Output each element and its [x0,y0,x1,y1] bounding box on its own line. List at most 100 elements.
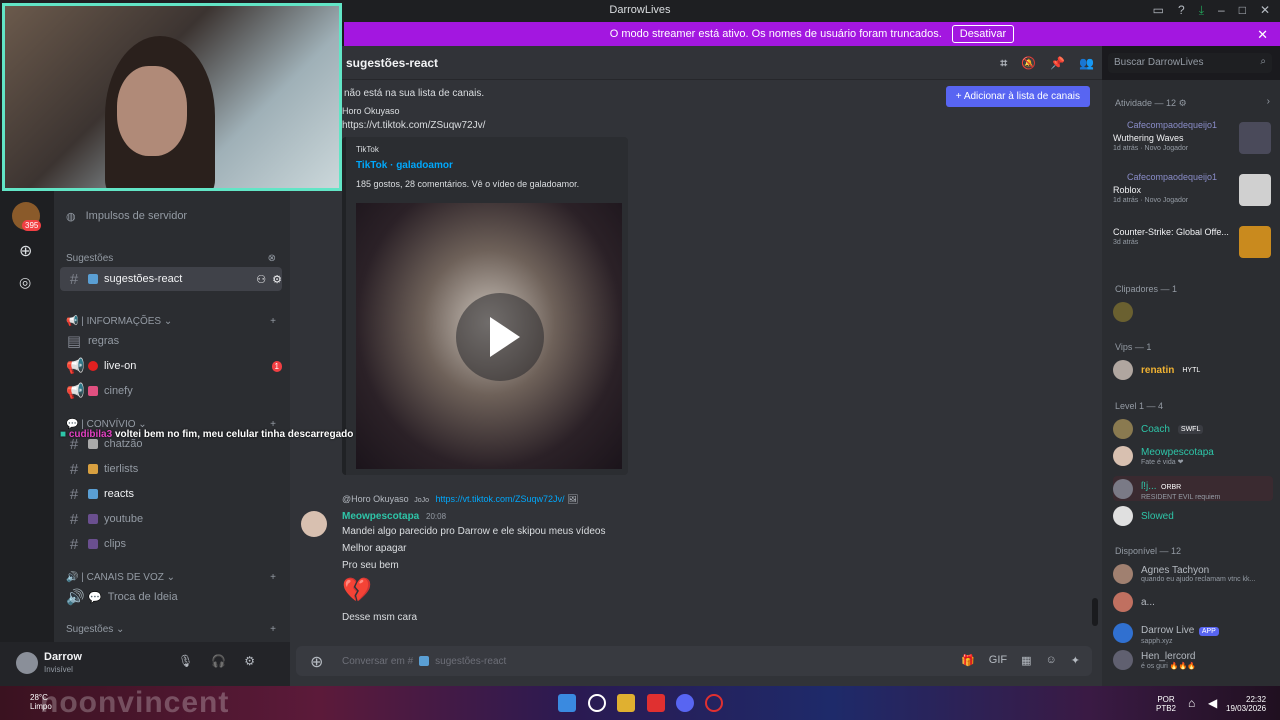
gift-icon[interactable]: 🎁 [961,654,975,667]
mute-icon[interactable]: 🔕 [1021,56,1036,71]
search-input[interactable]: Buscar DarrowLives ⌕ [1108,53,1272,73]
obs-icon[interactable] [705,694,723,712]
channel-tierlists[interactable]: # tierlists [60,457,282,481]
start-icon[interactable] [558,694,576,712]
channel-emoji-icon [88,539,98,549]
gear-icon[interactable]: ⚙ [1179,98,1187,108]
member-row[interactable]: Agnes Tachyon quando eu ajudo reclamam v… [1113,564,1273,584]
boosts-label: Impulsos de servidor [85,210,188,222]
add-to-channel-list-button[interactable]: + Adicionar à lista de canais [945,86,1090,107]
sticker-icon[interactable]: ▦ [1021,654,1031,667]
member-row[interactable]: Hen_lercord é os guri 🔥🔥🔥 [1113,650,1273,670]
pin-icon[interactable]: 📌 [1050,56,1065,71]
brave-icon[interactable] [647,694,665,712]
user-settings-icon[interactable]: ⚙ [244,654,255,668]
video-thumbnail[interactable] [356,203,622,469]
language-indicator[interactable]: POR PTB2 [1156,695,1176,713]
channel-live-on[interactable]: 📢 live-on 1 [60,354,282,378]
previous-author[interactable]: Horo Okuyaso [342,106,400,116]
member-row[interactable]: Slowed [1113,506,1273,526]
suggestions-header[interactable]: Sugestões ⊗ [66,253,276,264]
member-row[interactable]: a... [1113,592,1273,612]
help-icon[interactable]: ? [1178,3,1185,18]
chat-area: sugestões-react ⌗ 🔕 📌 👥 não está na sua … [290,46,1102,686]
member-avatar [1113,592,1133,612]
member-row[interactable]: Coach SWFL [1113,419,1273,439]
explore-icon[interactable]: ◎ [19,274,31,291]
download-icon[interactable]: ⤓ [1199,3,1204,18]
activity-header: Atividade — 12 ⚙ [1115,98,1187,109]
file-explorer-icon[interactable] [617,694,635,712]
stream-watermark: noonvincent [40,686,230,719]
member-row[interactable]: Darrow Live APP sapph.xyz [1113,620,1273,645]
chevron-right-icon[interactable]: › [1267,96,1270,107]
channel-emoji-icon [88,514,98,524]
channel-sugestoes-react[interactable]: # sugestões-react ⚇ ⚙ [60,267,282,291]
user-avatar[interactable] [16,652,38,674]
taskbar: noonvincent 28°C Limpo POR PTB2 ⌂ ◀ 22:3… [0,686,1280,720]
search-taskbar-icon[interactable] [588,694,606,712]
apps-icon[interactable]: ✦ [1071,654,1080,667]
weather-widget[interactable]: 28°C Limpo [30,693,52,711]
category-label: | INFORMAÇÕES [81,316,162,327]
category-suggestions[interactable]: Sugestões ⌄ + [66,624,276,635]
activity-card[interactable]: Cafecompaodequeijo1 Roblox 1d atrás · No… [1113,172,1271,218]
reply-preview[interactable]: @Horo Okuyaso JoJo https://vt.tiktok.com… [342,494,579,505]
user-name[interactable]: Darrow [44,651,82,663]
embed-title[interactable]: TikTok · galadoamor [356,160,618,171]
activity-card[interactable]: Counter-Strike: Global Offe... 3d atrás [1113,224,1271,270]
message-composer[interactable]: ⊕ Conversar em # sugestões-react 🎁 GIF ▦… [296,646,1092,676]
play-icon[interactable] [456,293,544,381]
disable-streamer-button[interactable]: Desativar [951,25,1015,43]
close-icon[interactable]: ✕ [1257,27,1268,43]
rules-icon: ▤ [66,333,82,350]
channel-youtube[interactable]: # youtube [60,507,282,531]
discord-icon[interactable] [676,694,694,712]
gif-icon[interactable]: GIF [989,654,1007,667]
minimize-icon[interactable]: – [1218,3,1225,18]
add-channel-icon[interactable]: + [270,316,276,327]
add-channel-icon[interactable]: + [270,572,276,583]
add-server-icon[interactable]: ⊕ [19,241,32,261]
category-informacoes[interactable]: 📢 | INFORMAÇÕES ⌄ + [66,316,276,327]
volume-icon[interactable]: ◀ [1208,696,1217,710]
microphone-icon[interactable]: 🎙 [178,654,193,668]
emoji-icon[interactable]: ☺ [1046,654,1057,667]
scrollbar[interactable] [1092,598,1098,626]
member-row[interactable]: ſ!j... ORBR RESIDENT EVIL requiem [1113,476,1273,501]
reply-link[interactable]: https://vt.tiktok.com/ZSuqw72Jv/ [436,494,565,504]
activity-card[interactable]: Cafecompaodequeijo1 Wuthering Waves 1d a… [1113,120,1271,166]
tiktok-link[interactable]: https://vt.tiktok.com/ZSuqw72Jv/ [342,120,485,131]
voice-channel-troca-de-ideia[interactable]: 🔊 💬 Troca de Ideia [60,585,282,609]
close-suggestions-icon[interactable]: ⊗ [268,253,276,264]
clock-time: 22:32 [1246,695,1267,704]
channel-clips[interactable]: # clips [60,532,282,556]
channel-cinefy[interactable]: 📢 cinefy [60,379,282,403]
add-channel-icon[interactable]: + [270,624,276,635]
maximize-icon[interactable]: □ [1239,3,1246,18]
member-row[interactable] [1113,302,1273,322]
channel-regras[interactable]: ▤ regras [60,329,282,353]
network-icon[interactable]: ⌂ [1188,696,1195,710]
channel-label: reacts [104,488,134,500]
category-voice[interactable]: 🔊 | CANAIS DE VOZ ⌄ + [66,572,276,583]
members-icon[interactable]: 👥 [1079,56,1094,71]
threads-icon[interactable]: ⌗ [1000,56,1007,71]
headphones-icon[interactable]: 🎧 [211,654,226,668]
announcement-icon: 📢 [66,358,85,375]
member-list: Atividade — 12 ⚙ › Cafecompaodequeijo1 W… [1102,80,1280,686]
close-window-icon[interactable]: ✕ [1260,3,1270,18]
member-row[interactable]: Meowpescotapa Fate é vida ❤ [1113,446,1273,466]
settings-icon[interactable]: ⚙ [272,273,282,286]
message-author[interactable]: Meowpescotapa [342,511,419,522]
attach-icon[interactable]: ⊕ [310,652,323,672]
add-member-icon[interactable]: ⚇ [256,273,266,286]
banner-text: O modo streamer está ativo. Os nomes de … [609,28,942,40]
server-boosts[interactable]: ◍ Impulsos de servidor [66,205,280,227]
member-row[interactable]: renatin HYTL [1113,360,1273,380]
clock[interactable]: 22:32 19/03/2026 [1226,695,1266,713]
author-avatar[interactable] [301,511,327,537]
inbox-icon[interactable]: ▭ [1153,3,1164,18]
mention-badge: 395 [22,220,42,231]
channel-reacts[interactable]: # reacts [60,482,282,506]
